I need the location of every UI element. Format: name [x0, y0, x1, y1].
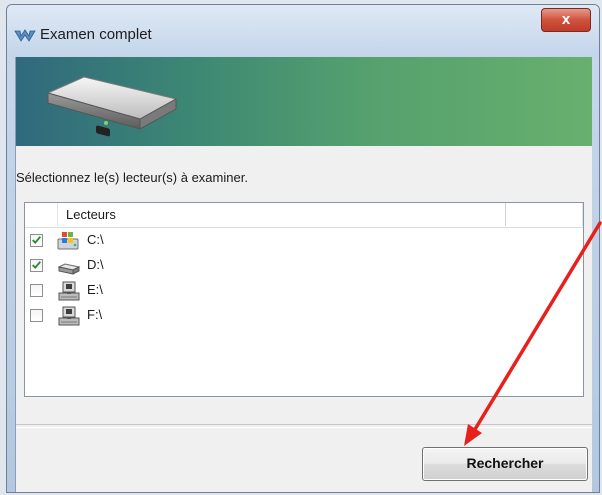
column-header-drives[interactable]: Lecteurs — [57, 203, 506, 226]
checkmark-icon — [32, 261, 42, 269]
search-button[interactable]: Rechercher — [422, 447, 588, 481]
dialog-body: Sélectionnez le(s) lecteur(s) à examiner… — [15, 57, 592, 492]
drive-checkbox[interactable] — [30, 234, 43, 247]
drive-label: D:\ — [87, 257, 104, 272]
dialog-window: Examen complet x Sélectionnez le(s) lect… — [6, 4, 600, 493]
drive-row[interactable]: F:\ — [25, 304, 325, 328]
network-drive-icon — [56, 280, 82, 302]
list-header: Lecteurs — [25, 203, 583, 228]
drive-label: E:\ — [87, 282, 103, 297]
drive-row[interactable]: D:\ — [25, 254, 325, 278]
title-bar[interactable]: Examen complet x — [7, 5, 599, 57]
close-button[interactable]: x — [541, 8, 591, 32]
separator — [16, 424, 592, 428]
windows-drive-icon — [56, 230, 82, 252]
hard-drive-icon — [56, 255, 82, 277]
hard-drive-illustration — [46, 76, 178, 137]
drives-list[interactable]: Lecteurs C:\ D:\ E:\ F:\ — [24, 202, 584, 397]
header-banner — [16, 57, 592, 146]
drive-row[interactable]: E:\ — [25, 279, 325, 303]
drive-checkbox[interactable] — [30, 259, 43, 272]
app-logo-icon — [14, 29, 36, 42]
column-header-empty[interactable] — [506, 203, 583, 226]
window-title: Examen complet — [40, 26, 152, 43]
drive-checkbox[interactable] — [30, 284, 43, 297]
checkmark-icon — [32, 236, 42, 244]
instructions-text: Sélectionnez le(s) lecteur(s) à examiner… — [16, 170, 248, 185]
drive-checkbox[interactable] — [30, 309, 43, 322]
network-drive-icon — [56, 305, 82, 327]
drive-row[interactable]: C:\ — [25, 229, 325, 253]
drive-label: C:\ — [87, 232, 104, 247]
drive-label: F:\ — [87, 307, 103, 322]
